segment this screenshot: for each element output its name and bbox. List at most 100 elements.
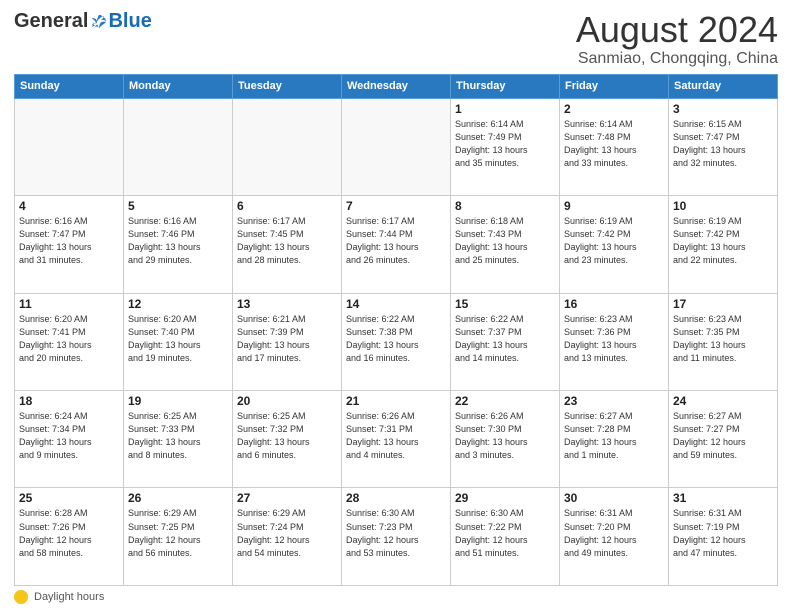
- day-number: 17: [673, 297, 773, 311]
- calendar-cell: 19 Sunrise: 6:25 AMSunset: 7:33 PMDayligh…: [124, 391, 233, 488]
- day-info: Sunrise: 6:21 AMSunset: 7:39 PMDaylight:…: [237, 313, 337, 365]
- day-number: 7: [346, 199, 446, 213]
- col-tuesday: Tuesday: [233, 74, 342, 98]
- day-info: Sunrise: 6:29 AMSunset: 7:25 PMDaylight:…: [128, 507, 228, 559]
- day-info: Sunrise: 6:28 AMSunset: 7:26 PMDaylight:…: [19, 507, 119, 559]
- col-saturday: Saturday: [669, 74, 778, 98]
- location-subtitle: Sanmiao, Chongqing, China: [576, 50, 778, 68]
- col-friday: Friday: [560, 74, 669, 98]
- day-number: 10: [673, 199, 773, 213]
- day-number: 29: [455, 491, 555, 505]
- day-info: Sunrise: 6:25 AMSunset: 7:33 PMDaylight:…: [128, 410, 228, 462]
- day-number: 9: [564, 199, 664, 213]
- calendar-cell: 13 Sunrise: 6:21 AMSunset: 7:39 PMDayligh…: [233, 293, 342, 390]
- day-info: Sunrise: 6:29 AMSunset: 7:24 PMDaylight:…: [237, 507, 337, 559]
- day-info: Sunrise: 6:30 AMSunset: 7:22 PMDaylight:…: [455, 507, 555, 559]
- day-info: Sunrise: 6:16 AMSunset: 7:46 PMDaylight:…: [128, 215, 228, 267]
- calendar-cell: 31 Sunrise: 6:31 AMSunset: 7:19 PMDayligh…: [669, 488, 778, 586]
- day-number: 25: [19, 491, 119, 505]
- calendar-cell: 25 Sunrise: 6:28 AMSunset: 7:26 PMDayligh…: [15, 488, 124, 586]
- day-number: 11: [19, 297, 119, 311]
- logo-bird-icon: [90, 13, 108, 31]
- day-info: Sunrise: 6:27 AMSunset: 7:28 PMDaylight:…: [564, 410, 664, 462]
- calendar-week-row: 4Sunrise: 6:16 AMSunset: 7:47 PMDaylight…: [15, 196, 778, 293]
- day-info: Sunrise: 6:20 AMSunset: 7:41 PMDaylight:…: [19, 313, 119, 365]
- day-number: 6: [237, 199, 337, 213]
- day-info: Sunrise: 6:14 AMSunset: 7:49 PMDaylight:…: [455, 118, 555, 170]
- header: General Blue August 2024 Sanmiao, Chongq…: [14, 10, 778, 68]
- calendar-cell: 11 Sunrise: 6:20 AMSunset: 7:41 PMDayligh…: [15, 293, 124, 390]
- sun-icon: [14, 590, 28, 604]
- calendar-cell: 8 Sunrise: 6:18 AMSunset: 7:43 PMDaylight…: [451, 196, 560, 293]
- calendar-table: Sunday Monday Tuesday Wednesday Thursday…: [14, 74, 778, 586]
- col-thursday: Thursday: [451, 74, 560, 98]
- day-info: Sunrise: 6:19 AMSunset: 7:42 PMDaylight:…: [673, 215, 773, 267]
- day-info: Sunrise: 6:23 AMSunset: 7:36 PMDaylight:…: [564, 313, 664, 365]
- day-number: 3: [673, 102, 773, 116]
- day-info: Sunrise: 6:31 AMSunset: 7:19 PMDaylight:…: [673, 507, 773, 559]
- calendar-cell: 24 Sunrise: 6:27 AMSunset: 7:27 PMDayligh…: [669, 391, 778, 488]
- calendar-header-row: Sunday Monday Tuesday Wednesday Thursday…: [15, 74, 778, 98]
- month-title: August 2024: [576, 10, 778, 50]
- day-info: Sunrise: 6:27 AMSunset: 7:27 PMDaylight:…: [673, 410, 773, 462]
- day-number: 2: [564, 102, 664, 116]
- day-number: 24: [673, 394, 773, 408]
- day-number: 28: [346, 491, 446, 505]
- calendar-cell: 16 Sunrise: 6:23 AMSunset: 7:36 PMDayligh…: [560, 293, 669, 390]
- day-info: Sunrise: 6:24 AMSunset: 7:34 PMDaylight:…: [19, 410, 119, 462]
- title-area: August 2024 Sanmiao, Chongqing, China: [576, 10, 778, 68]
- day-info: Sunrise: 6:20 AMSunset: 7:40 PMDaylight:…: [128, 313, 228, 365]
- day-number: 27: [237, 491, 337, 505]
- day-number: 22: [455, 394, 555, 408]
- calendar-cell: 10 Sunrise: 6:19 AMSunset: 7:42 PMDayligh…: [669, 196, 778, 293]
- calendar-cell: [342, 98, 451, 195]
- day-info: Sunrise: 6:18 AMSunset: 7:43 PMDaylight:…: [455, 215, 555, 267]
- day-number: 13: [237, 297, 337, 311]
- day-number: 16: [564, 297, 664, 311]
- day-number: 31: [673, 491, 773, 505]
- calendar-cell: 21 Sunrise: 6:26 AMSunset: 7:31 PMDayligh…: [342, 391, 451, 488]
- day-info: Sunrise: 6:19 AMSunset: 7:42 PMDaylight:…: [564, 215, 664, 267]
- day-info: Sunrise: 6:26 AMSunset: 7:31 PMDaylight:…: [346, 410, 446, 462]
- logo-blue: Blue: [108, 10, 151, 33]
- calendar-cell: 20Sunrise: 6:25 AMSunset: 7:32 PMDayligh…: [233, 391, 342, 488]
- day-info: Sunrise: 6:23 AMSunset: 7:35 PMDaylight:…: [673, 313, 773, 365]
- calendar-cell: 4Sunrise: 6:16 AMSunset: 7:47 PMDaylight…: [15, 196, 124, 293]
- day-info: Sunrise: 6:17 AMSunset: 7:44 PMDaylight:…: [346, 215, 446, 267]
- day-info: Sunrise: 6:16 AMSunset: 7:47 PMDaylight:…: [19, 215, 119, 267]
- day-info: Sunrise: 6:31 AMSunset: 7:20 PMDaylight:…: [564, 507, 664, 559]
- page: General Blue August 2024 Sanmiao, Chongq…: [0, 0, 792, 612]
- day-info: Sunrise: 6:22 AMSunset: 7:37 PMDaylight:…: [455, 313, 555, 365]
- day-number: 14: [346, 297, 446, 311]
- logo: General Blue: [14, 10, 152, 33]
- calendar-cell: 1Sunrise: 6:14 AMSunset: 7:49 PMDaylight…: [451, 98, 560, 195]
- calendar-cell: [233, 98, 342, 195]
- day-number: 12: [128, 297, 228, 311]
- col-wednesday: Wednesday: [342, 74, 451, 98]
- day-number: 19: [128, 394, 228, 408]
- day-info: Sunrise: 6:14 AMSunset: 7:48 PMDaylight:…: [564, 118, 664, 170]
- day-number: 8: [455, 199, 555, 213]
- calendar-cell: 3Sunrise: 6:15 AMSunset: 7:47 PMDaylight…: [669, 98, 778, 195]
- footer: Daylight hours: [14, 590, 778, 604]
- day-number: 21: [346, 394, 446, 408]
- calendar-cell: 29 Sunrise: 6:30 AMSunset: 7:22 PMDayligh…: [451, 488, 560, 586]
- day-number: 15: [455, 297, 555, 311]
- logo-general: General: [14, 10, 88, 33]
- calendar-week-row: 18Sunrise: 6:24 AMSunset: 7:34 PMDayligh…: [15, 391, 778, 488]
- day-info: Sunrise: 6:22 AMSunset: 7:38 PMDaylight:…: [346, 313, 446, 365]
- calendar-cell: [124, 98, 233, 195]
- calendar-week-row: 11 Sunrise: 6:20 AMSunset: 7:41 PMDayligh…: [15, 293, 778, 390]
- calendar-cell: 5Sunrise: 6:16 AMSunset: 7:46 PMDaylight…: [124, 196, 233, 293]
- calendar-cell: 14 Sunrise: 6:22 AMSunset: 7:38 PMDayligh…: [342, 293, 451, 390]
- calendar-cell: 22Sunrise: 6:26 AMSunset: 7:30 PMDayligh…: [451, 391, 560, 488]
- calendar-cell: 26Sunrise: 6:29 AMSunset: 7:25 PMDayligh…: [124, 488, 233, 586]
- calendar-cell: 28 Sunrise: 6:30 AMSunset: 7:23 PMDayligh…: [342, 488, 451, 586]
- day-info: Sunrise: 6:25 AMSunset: 7:32 PMDaylight:…: [237, 410, 337, 462]
- calendar-week-row: 1Sunrise: 6:14 AMSunset: 7:49 PMDaylight…: [15, 98, 778, 195]
- calendar-cell: 23Sunrise: 6:27 AMSunset: 7:28 PMDayligh…: [560, 391, 669, 488]
- logo-text: General Blue: [14, 10, 152, 33]
- day-info: Sunrise: 6:30 AMSunset: 7:23 PMDaylight:…: [346, 507, 446, 559]
- calendar-cell: 6Sunrise: 6:17 AMSunset: 7:45 PMDaylight…: [233, 196, 342, 293]
- calendar-week-row: 25 Sunrise: 6:28 AMSunset: 7:26 PMDayligh…: [15, 488, 778, 586]
